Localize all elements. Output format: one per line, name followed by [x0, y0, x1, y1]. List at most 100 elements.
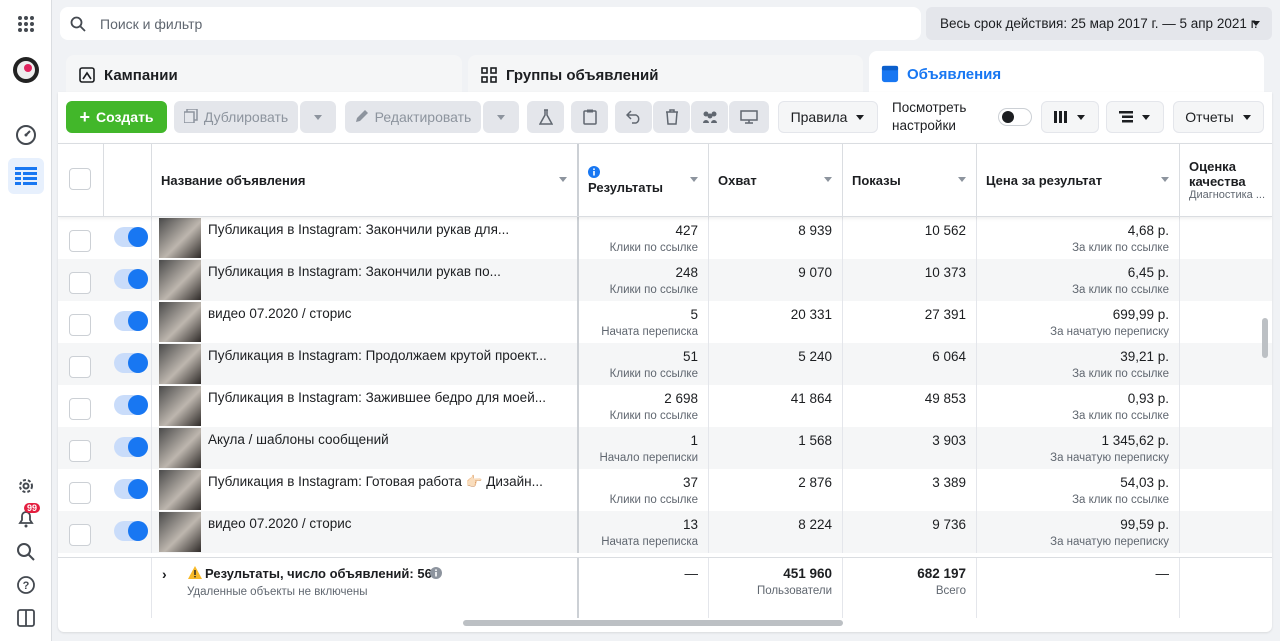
ad-name-link[interactable]: Публикация в Instagram: Закончили рукав … [208, 264, 501, 279]
reach-value: 9 070 [798, 265, 832, 280]
cost-value: 6,45 р. [1127, 265, 1169, 280]
ads-manager-table-icon[interactable] [8, 158, 44, 194]
table-row[interactable]: Публикация в Instagram: Закончили рукав … [58, 259, 1272, 301]
table-body: Публикация в Instagram: Закончили рукав … [58, 217, 1272, 557]
ad-thumbnail[interactable] [159, 218, 201, 258]
column-header-cost[interactable]: Цена за результат [977, 144, 1180, 216]
row-checkbox[interactable] [69, 356, 91, 378]
edit-button[interactable]: Редактировать [345, 101, 481, 133]
table-row[interactable]: Публикация в Instagram: Закончили рукав … [58, 217, 1272, 259]
ad-name-link[interactable]: Публикация в Instagram: Готовая работа 👉… [208, 474, 543, 490]
columns-button[interactable] [1041, 101, 1099, 133]
cost-value: 54,03 р. [1120, 475, 1169, 490]
row-checkbox[interactable] [69, 482, 91, 504]
column-header-impressions[interactable]: Показы [843, 144, 977, 216]
view-settings-toggle[interactable] [998, 108, 1032, 126]
breakdown-button[interactable] [1106, 101, 1164, 133]
table-row[interactable]: видео 07.2020 / сторис 5 Начата переписка 2… [58, 301, 1272, 343]
edit-dropdown-button[interactable] [483, 101, 519, 133]
column-name-label: Название объявления [161, 172, 306, 188]
delete-button[interactable] [653, 101, 690, 133]
row-checkbox[interactable] [69, 440, 91, 462]
flask-icon [538, 109, 553, 125]
results-type: Клики по ссылке [609, 368, 698, 380]
clipboard-button[interactable] [571, 101, 608, 133]
ad-status-toggle[interactable] [114, 395, 148, 415]
search-placeholder: Поиск и фильтр [100, 15, 203, 32]
notifications-bell-icon[interactable]: 99 [12, 503, 41, 533]
table-row[interactable]: Публикация в Instagram: Зажившее бедро д… [58, 385, 1272, 427]
impressions-value: 10 562 [924, 223, 966, 238]
search-icon[interactable] [12, 538, 40, 566]
ad-status-toggle[interactable] [114, 437, 148, 457]
ad-thumbnail[interactable] [159, 344, 201, 384]
create-button[interactable]: + Создать [66, 101, 167, 133]
ad-name-link[interactable]: Публикация в Instagram: Зажившее бедро д… [208, 390, 546, 405]
tab-campaigns[interactable]: Кампании [66, 55, 462, 95]
row-checkbox[interactable] [69, 230, 91, 252]
preview-button[interactable] [729, 101, 769, 133]
impressions-value: 9 736 [932, 517, 966, 532]
ad-status-toggle[interactable] [114, 521, 148, 541]
ad-thumbnail[interactable] [159, 302, 201, 342]
ad-status-toggle[interactable] [114, 479, 148, 499]
select-all-checkbox[interactable] [69, 168, 91, 190]
ad-thumbnail[interactable] [159, 470, 201, 510]
left-navigation-rail: 99 ? [0, 0, 52, 641]
undo-button[interactable] [615, 101, 652, 133]
column-header-results[interactable]: Результаты [579, 144, 709, 216]
ad-status-toggle[interactable] [114, 227, 148, 247]
audience-button[interactable] [691, 101, 728, 133]
cost-type: За клик по ссылке [1072, 242, 1169, 254]
ad-thumbnail[interactable] [159, 428, 201, 468]
column-header-name[interactable]: Название объявления [152, 144, 579, 216]
pencil-icon [355, 109, 369, 126]
reports-button[interactable]: Отчеты [1173, 101, 1264, 133]
column-header-reach[interactable]: Охват [709, 144, 843, 216]
panel-toggle-icon[interactable] [12, 604, 40, 632]
table-row[interactable]: Публикация в Instagram: Продолжаем круто… [58, 343, 1272, 385]
ad-status-toggle[interactable] [114, 269, 148, 289]
ad-name-link[interactable]: видео 07.2020 / сторис [208, 516, 352, 531]
ad-status-toggle[interactable] [114, 311, 148, 331]
date-range-picker[interactable]: Весь срок действия: 25 мар 2017 г. — 5 а… [926, 7, 1272, 40]
tab-ad-sets[interactable]: Группы объявлений [468, 55, 863, 95]
duplicate-dropdown-button[interactable] [300, 101, 336, 133]
apps-grid-icon[interactable] [12, 10, 40, 38]
ad-name-link[interactable]: Акула / шаблоны сообщений [208, 432, 389, 447]
settings-gear-icon[interactable] [12, 472, 40, 500]
rules-button[interactable]: Правила [778, 101, 878, 133]
search-filter-input[interactable]: Поиск и фильтр [60, 7, 921, 40]
ad-name-link[interactable]: Публикация в Instagram: Продолжаем круто… [208, 348, 547, 363]
ad-thumbnail[interactable] [159, 512, 201, 552]
expand-chevron-icon[interactable]: › [162, 566, 167, 582]
column-header-quality[interactable]: Оценка качества Диагностика ... [1180, 144, 1272, 216]
help-icon[interactable]: ? [12, 571, 40, 599]
ad-status-toggle[interactable] [114, 353, 148, 373]
ad-thumbnail[interactable] [159, 260, 201, 300]
duplicate-button[interactable]: Дублировать [174, 101, 298, 133]
ab-test-button[interactable] [527, 101, 564, 133]
ad-name-link[interactable]: видео 07.2020 / сторис [208, 306, 352, 321]
table-row[interactable]: Публикация в Instagram: Готовая работа 👉… [58, 469, 1272, 511]
vertical-scrollbar[interactable] [1262, 318, 1268, 358]
horizontal-scrollbar[interactable] [463, 620, 843, 626]
duplicate-icon [183, 107, 198, 126]
impressions-value: 3 389 [932, 475, 966, 490]
reach-value: 1 568 [798, 433, 832, 448]
warning-icon [188, 566, 202, 579]
info-icon[interactable] [430, 567, 442, 579]
dashboard-gauge-icon[interactable] [12, 121, 40, 149]
row-checkbox[interactable] [69, 314, 91, 336]
row-checkbox[interactable] [69, 398, 91, 420]
table-row[interactable]: видео 07.2020 / сторис 13 Начата переписка… [58, 511, 1272, 553]
results-value: 2 698 [664, 391, 698, 406]
summary-reach: 451 960 [783, 566, 832, 581]
ad-thumbnail[interactable] [159, 386, 201, 426]
row-checkbox[interactable] [69, 524, 91, 546]
table-row[interactable]: Акула / шаблоны сообщений 1 Начало перепис… [58, 427, 1272, 469]
ad-name-link[interactable]: Публикация в Instagram: Закончили рукав … [208, 222, 509, 237]
tab-ads[interactable]: Объявления [869, 51, 1264, 97]
row-checkbox[interactable] [69, 272, 91, 294]
account-avatar[interactable] [12, 56, 40, 84]
